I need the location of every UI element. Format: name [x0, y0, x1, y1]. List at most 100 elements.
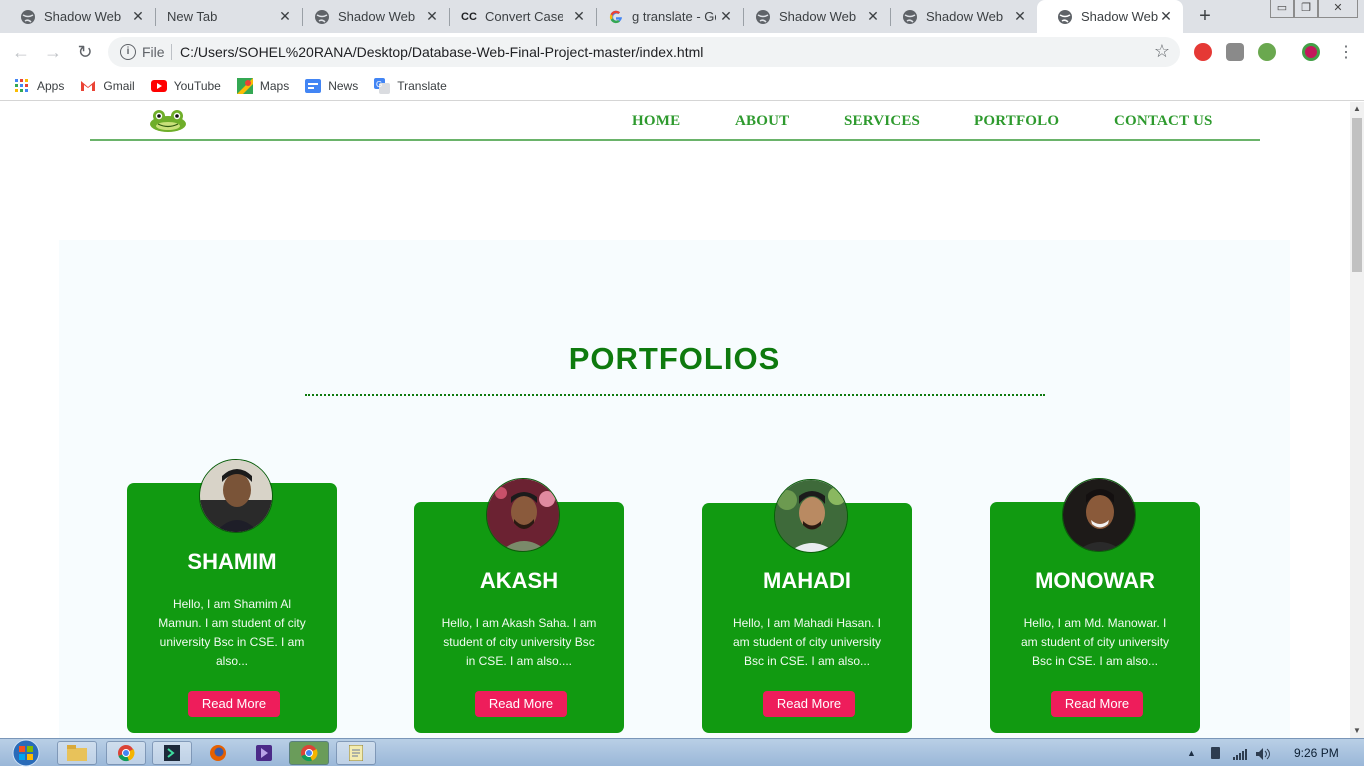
- tab-new-tab[interactable]: New Tab ✕: [147, 0, 302, 33]
- tab-google-translate[interactable]: g translate - Go ✕: [588, 0, 743, 33]
- card-bio: Hello, I am Akash Saha. I am student of …: [441, 616, 597, 668]
- globe-icon: [1057, 9, 1073, 25]
- reload-icon[interactable]: ↻: [74, 41, 96, 63]
- translate-icon: G: [374, 77, 391, 94]
- browser-toolbar: ← → ↻ i File C:/Users/SOHEL%20RANA/Deskt…: [0, 33, 1364, 71]
- card-name: SHAMIM: [187, 549, 277, 574]
- adblock-extension-icon[interactable]: [1194, 43, 1212, 61]
- read-more-button[interactable]: Read More: [188, 691, 280, 717]
- card-bio: Hello, I am Mahadi Hasan. I am student o…: [732, 616, 882, 668]
- frog-logo-icon[interactable]: [148, 108, 188, 132]
- windows-taskbar: ▲ 9:26 PM: [0, 738, 1364, 767]
- globe-icon: [20, 9, 36, 25]
- tab-title: Shadow Web: [338, 9, 416, 24]
- bookmark-youtube[interactable]: YouTube: [150, 78, 221, 94]
- tab-shadow-web-4[interactable]: Shadow Web ✕: [882, 0, 1037, 33]
- back-arrow-icon[interactable]: ←: [10, 41, 32, 63]
- card-name: MAHADI: [763, 568, 851, 593]
- globe-icon: [755, 9, 771, 25]
- battery-icon[interactable]: [1211, 747, 1220, 759]
- taskbar-terminal-icon[interactable]: [152, 741, 192, 765]
- forward-arrow-icon[interactable]: →: [42, 41, 64, 63]
- card-name: AKASH: [479, 568, 559, 593]
- taskbar-chrome-active-icon[interactable]: [289, 741, 329, 765]
- section-divider: [305, 394, 1045, 396]
- tab-shadow-web-1[interactable]: Shadow Web ✕: [0, 0, 155, 33]
- tab-shadow-web-3[interactable]: Shadow Web ✕: [735, 0, 890, 33]
- close-icon[interactable]: ✕: [1013, 9, 1027, 23]
- card-bio: Hello, I am Shamim Al Mamun. I am studen…: [158, 597, 306, 668]
- tab-title: Shadow Web: [44, 9, 122, 24]
- bookmark-apps[interactable]: Apps: [14, 78, 64, 94]
- youtube-icon: [150, 78, 167, 94]
- bookmark-translate[interactable]: G Translate: [374, 77, 447, 94]
- profile-avatar-icon[interactable]: [1302, 43, 1320, 61]
- avatar-shamim: [199, 459, 273, 533]
- close-icon[interactable]: ✕: [1159, 9, 1173, 23]
- section-title: PORTFOLIOS: [568, 341, 781, 376]
- start-button[interactable]: [8, 739, 44, 767]
- extension-globe-icon[interactable]: [1258, 43, 1276, 61]
- show-hidden-icons-icon[interactable]: ▲: [1187, 747, 1199, 759]
- tab-strip: Shadow Web ✕ New Tab ✕ Shadow Web ✕ CC C…: [0, 0, 1364, 33]
- nav-home[interactable]: HOME: [632, 113, 680, 130]
- bookmark-news[interactable]: News: [305, 78, 358, 94]
- bookmark-label: Translate: [397, 78, 447, 93]
- system-clock[interactable]: 9:26 PM: [1294, 746, 1339, 760]
- nav-services[interactable]: SERVICES: [844, 113, 920, 130]
- globe-icon: [314, 9, 330, 25]
- card-name: MONOWAR: [1035, 568, 1155, 593]
- scrollbar-thumb[interactable]: [1352, 118, 1362, 272]
- minimize-icon[interactable]: ▭: [1270, 0, 1294, 18]
- nav-contact-us[interactable]: CONTACT US: [1114, 113, 1213, 130]
- network-signal-icon[interactable]: [1233, 747, 1247, 760]
- close-icon[interactable]: ✕: [719, 9, 733, 23]
- close-icon[interactable]: ✕: [572, 9, 586, 23]
- page-viewport: HOME ABOUT SERVICES PORTFOLO CONTACT US …: [0, 102, 1350, 738]
- scroll-down-arrow-icon[interactable]: ▼: [1350, 724, 1364, 738]
- tab-shadow-web-2[interactable]: Shadow Web ✕: [294, 0, 449, 33]
- window-close-icon[interactable]: ✕: [1318, 0, 1358, 18]
- close-icon[interactable]: ✕: [131, 9, 145, 23]
- gmail-icon: [80, 78, 96, 94]
- read-more-button[interactable]: Read More: [475, 691, 567, 717]
- restore-icon[interactable]: ❐: [1294, 0, 1318, 18]
- cc-icon: CC: [461, 10, 477, 23]
- bookmark-gmail[interactable]: Gmail: [80, 78, 135, 94]
- page-scrollbar[interactable]: ▲ ▼: [1350, 102, 1364, 738]
- taskbar-chrome-icon[interactable]: [106, 741, 146, 765]
- volume-icon[interactable]: [1256, 747, 1270, 760]
- site-navbar: HOME ABOUT SERVICES PORTFOLO CONTACT US: [90, 102, 1260, 141]
- taskbar-file-explorer-icon[interactable]: [57, 741, 97, 765]
- scroll-up-arrow-icon[interactable]: ▲: [1350, 102, 1364, 116]
- card-bio: Hello, I am Md. Manowar. I am student of…: [1020, 616, 1170, 668]
- svg-text:G: G: [376, 80, 382, 89]
- address-bar[interactable]: i File C:/Users/SOHEL%20RANA/Desktop/Dat…: [108, 37, 1180, 67]
- close-icon[interactable]: ✕: [278, 9, 292, 23]
- url-text[interactable]: C:/Users/SOHEL%20RANA/Desktop/Database-W…: [180, 44, 703, 60]
- bookmark-label: Maps: [259, 78, 290, 93]
- new-tab-button[interactable]: +: [1194, 6, 1216, 28]
- info-icon[interactable]: i: [120, 44, 136, 60]
- bookmarks-bar: Apps Gmail YouTube Maps News G Translate: [0, 71, 1364, 101]
- avatar-mahadi: [774, 479, 848, 553]
- close-icon[interactable]: ✕: [866, 9, 880, 23]
- google-icon: [608, 9, 624, 25]
- tab-convert-case[interactable]: CC Convert Case - ✕: [441, 0, 596, 33]
- avatar-monowar: [1062, 478, 1136, 552]
- taskbar-notepad-icon[interactable]: [336, 741, 376, 765]
- bookmark-maps[interactable]: Maps: [236, 77, 290, 94]
- tab-shadow-web-active[interactable]: Shadow Web ✕: [1037, 0, 1183, 33]
- taskbar-firefox-icon[interactable]: [198, 741, 238, 765]
- omnibox-divider: [171, 44, 172, 60]
- read-more-button[interactable]: Read More: [763, 691, 855, 717]
- more-menu-icon[interactable]: ⋮: [1338, 42, 1354, 62]
- taskbar-media-player-icon[interactable]: [244, 741, 284, 765]
- tab-title: g translate - Go: [632, 9, 716, 24]
- nav-portfolio[interactable]: PORTFOLO: [974, 113, 1059, 130]
- star-icon[interactable]: ☆: [1154, 41, 1170, 62]
- read-more-button[interactable]: Read More: [1051, 691, 1143, 717]
- extension-icon[interactable]: [1226, 43, 1244, 61]
- close-icon[interactable]: ✕: [425, 9, 439, 23]
- nav-about[interactable]: ABOUT: [735, 113, 789, 130]
